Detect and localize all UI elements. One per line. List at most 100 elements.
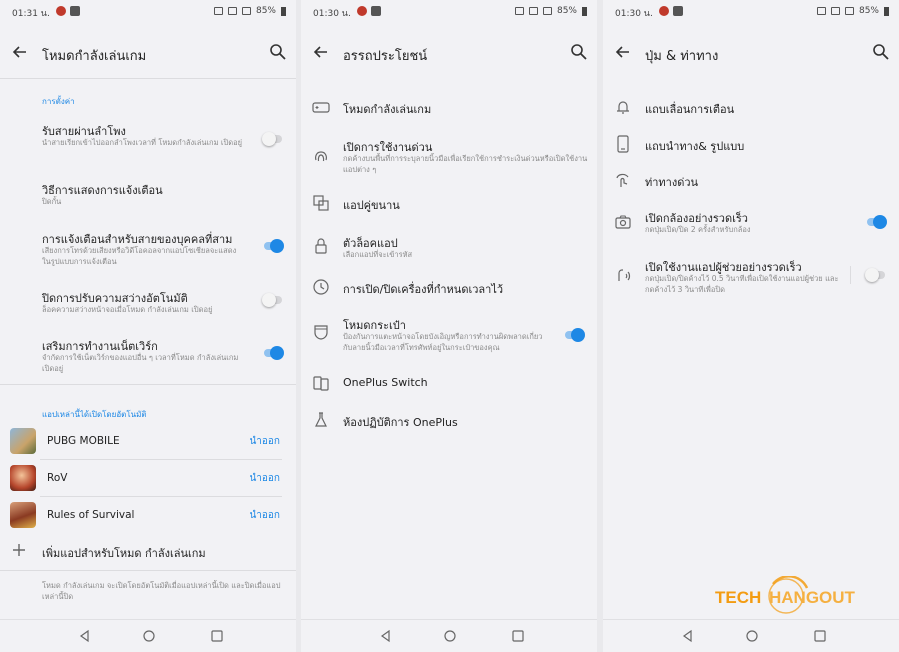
techhangout-logo: TECH HANGOUT [715, 576, 856, 614]
navbar-icon [617, 135, 629, 153]
status-time: 01:30 น. [313, 9, 351, 19]
battery-icon [582, 6, 587, 16]
recents-nav-icon[interactable] [813, 629, 827, 643]
item-title: โหมดกำลังเล่นเกม [343, 103, 432, 116]
status-bar: 01:30 น. 85% [603, 0, 899, 24]
quick-camera-toggle[interactable] [865, 215, 887, 229]
image-notification-icon [371, 6, 381, 16]
remove-button[interactable]: นำออก [249, 434, 280, 449]
quick-assistant-toggle[interactable] [865, 268, 887, 282]
oneplus-lab-item[interactable]: ห้องปฏิบัติการ OnePlus [301, 409, 597, 431]
game-row: RoV นำออก [0, 461, 296, 497]
battery-percent: 85% [556, 6, 577, 16]
assistant-icon [618, 269, 631, 281]
game-name: Rules of Survival [47, 509, 135, 521]
pocket-mode-toggle[interactable] [563, 328, 585, 342]
oneplus-switch-item[interactable]: OnePlus Switch [301, 372, 597, 394]
answer-speaker-item[interactable]: รับสายผ่านลำโพง นำสายเรียกเข้าไปออกลำโพง… [0, 120, 296, 164]
rules-of-survival-app-icon [10, 502, 36, 528]
recents-nav-icon[interactable] [511, 629, 525, 643]
status-time: 01:30 น. [615, 9, 653, 19]
pubg-app-icon [10, 428, 36, 454]
divider [850, 266, 851, 284]
quick-assistant-item[interactable]: เปิดใช้งานแอปผู้ช่วยอย่างรวดเร็ว กดปุ่มเ… [603, 256, 899, 300]
network-toggle[interactable] [262, 346, 284, 360]
back-arrow-icon[interactable] [311, 42, 331, 62]
vibrate-icon [816, 7, 826, 15]
utilities-screen: 01:30 น. 85% อรรถประโยชน์ โหมดกำลังเล่นเ… [301, 0, 597, 652]
lab-flask-icon [315, 412, 327, 427]
home-nav-icon[interactable] [142, 629, 156, 643]
scheduled-power-item[interactable]: การเปิด/ปิดเครื่องที่กำหนดเวลาไว้ [301, 276, 597, 298]
divider [0, 384, 296, 385]
item-subtitle: กดค้างบนพื้นที่การระบุลายนิ้วมือเพื่อเรี… [343, 154, 588, 174]
divider [0, 78, 296, 79]
back-nav-icon[interactable] [78, 629, 92, 643]
battery-percent: 85% [255, 6, 276, 16]
signal-icon [844, 7, 854, 15]
alert-slider-icon [617, 101, 629, 114]
phone-switch-icon [313, 376, 329, 391]
page-title: อรรถประโยชน์ [343, 49, 428, 64]
third-party-call-toggle[interactable] [262, 239, 284, 253]
toolbar: โหมดกำลังเล่นเกม [0, 36, 296, 70]
item-subtitle: นำสายเรียกเข้าไปออกลำโพงเวลาที่ โหมดกำลั… [42, 138, 242, 147]
gamepad-icon [312, 102, 330, 113]
remove-button[interactable]: นำออก [249, 471, 280, 486]
lock-icon [315, 238, 327, 254]
item-subtitle: เสียงการโทรด้วยเสียงหรือวิดีโอคอลจากแอปโ… [42, 246, 237, 266]
network-boost-item[interactable]: เสริมการทำงานเน็ตเวิร์ก จำกัดการใช้เน็ตเ… [0, 335, 296, 379]
signal-icon [542, 7, 552, 15]
vibrate-icon [514, 7, 524, 15]
third-party-call-item[interactable]: การแจ้งเตือนสำหรับสายของบุคคลที่สาม เสีย… [0, 228, 296, 272]
home-nav-icon[interactable] [745, 629, 759, 643]
remove-button[interactable]: นำออก [249, 508, 280, 523]
back-arrow-icon[interactable] [10, 42, 30, 62]
gesture-icon [616, 173, 629, 187]
item-subtitle: ล็อคความสว่างหน้าจอเมื่อโหมด กำลังเล่นเก… [42, 305, 213, 314]
quick-gestures-item[interactable]: ท่าทางด่วน [603, 169, 899, 191]
item-subtitle: กดปุ่มเปิด/ปิด 2 ครั้งสำหรับกล้อง [645, 225, 751, 234]
search-icon[interactable] [268, 42, 288, 62]
add-app-item[interactable]: เพิ่มแอปสำหรับโหมด กำลังเล่นเกม [0, 538, 296, 566]
back-nav-icon[interactable] [379, 629, 393, 643]
notification-app-icon [56, 6, 66, 16]
image-notification-icon [673, 6, 683, 16]
auto-brightness-item[interactable]: ปิดการปรับความสว่างอัตโนมัติ ล็อคความสว่… [0, 287, 296, 319]
item-title: ห้องปฏิบัติการ OnePlus [343, 416, 458, 429]
recents-nav-icon[interactable] [210, 629, 224, 643]
game-name: RoV [47, 472, 68, 484]
toolbar: ปุ่ม & ท่าทาง [603, 36, 899, 70]
battery-icon [281, 6, 286, 16]
search-icon[interactable] [569, 42, 589, 62]
pocket-icon [314, 325, 328, 340]
navigation-bar-item[interactable]: แถบนำทาง& รูปแบบ [603, 133, 899, 155]
parallel-apps-item[interactable]: แอปคู่ขนาน [301, 192, 597, 214]
game-row: PUBG MOBILE นำออก [0, 424, 296, 460]
pocket-mode-item[interactable]: โหมดกระเป๋า ป้องกันการแตะหน้าจอโดยบังเอิ… [301, 314, 597, 358]
home-nav-icon[interactable] [443, 629, 457, 643]
speaker-toggle[interactable] [262, 132, 284, 146]
item-title: แอปคู่ขนาน [343, 199, 400, 212]
brightness-toggle[interactable] [262, 293, 284, 307]
alert-slider-item[interactable]: แถบเลื่อนการเตือน [603, 96, 899, 118]
item-subtitle: เลือกแอปที่จะเข้ารหัส [343, 250, 413, 259]
item-subtitle: จำกัดการใช้เน็ตเวิร์กของแอปอื่น ๆ เวลาที… [42, 353, 239, 373]
status-time: 01:31 น. [12, 9, 50, 19]
search-icon[interactable] [871, 42, 891, 62]
battery-percent: 85% [858, 6, 879, 16]
status-bar: 01:30 น. 85% [301, 0, 597, 24]
battery-icon [884, 6, 889, 16]
camera-icon [615, 215, 631, 229]
quick-camera-item[interactable]: เปิดกล้องอย่างรวดเร็ว กดปุ่มเปิด/ปิด 2 ค… [603, 207, 899, 239]
notification-app-icon [659, 6, 669, 16]
quick-launch-item[interactable]: เปิดการใช้งานด่วน กดค้างบนพื้นที่การระบุ… [301, 136, 597, 178]
rov-app-icon [10, 465, 36, 491]
notification-display-item[interactable]: วิธีการแสดงการแจ้งเตือน ปิดกั้น [0, 180, 296, 210]
app-locker-item[interactable]: ตัวล็อคแอป เลือกแอปที่จะเข้ารหัส [301, 232, 597, 264]
gaming-mode-item[interactable]: โหมดกำลังเล่นเกม [301, 96, 597, 118]
notification-app-icon [357, 6, 367, 16]
toolbar: อรรถประโยชน์ [301, 36, 597, 70]
back-nav-icon[interactable] [681, 629, 695, 643]
back-arrow-icon[interactable] [613, 42, 633, 62]
